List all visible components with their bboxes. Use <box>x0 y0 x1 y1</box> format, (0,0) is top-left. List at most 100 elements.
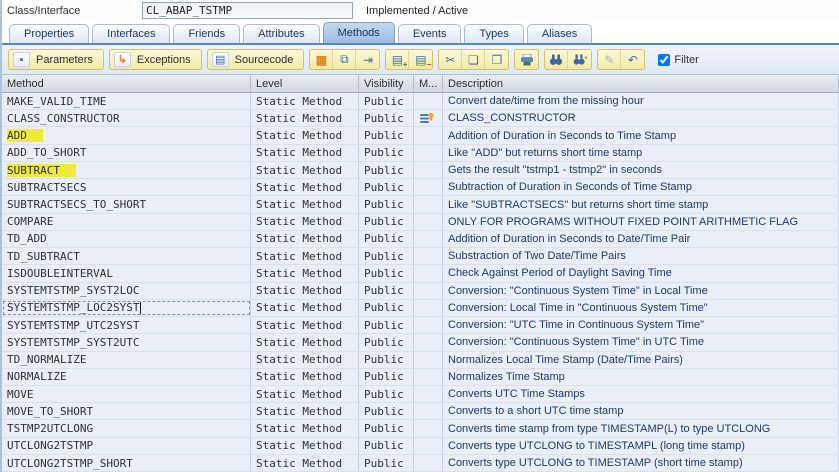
table-row[interactable]: ADD_TO_SHORT Static Method Public Like "ADD… <box>2 144 839 162</box>
copy-entries-button[interactable]: ⧉ <box>333 50 357 69</box>
filter-checkbox[interactable] <box>658 53 671 66</box>
method-description-cell[interactable]: Conversion: Local Time in "Continuous Sy… <box>443 299 839 317</box>
tab-aliases[interactable]: Aliases <box>526 24 593 43</box>
method-description-cell[interactable]: Converts type UTCLONG to TIMESTAMPL (lon… <box>443 437 839 454</box>
method-modeled-cell[interactable] <box>414 265 443 282</box>
method-level-cell[interactable]: Static Method <box>251 351 359 368</box>
method-visibility-cell[interactable]: Public <box>359 351 414 368</box>
class-name-input[interactable] <box>142 2 353 19</box>
tab-types[interactable]: Types <box>464 24 524 43</box>
table-row[interactable]: UTCLONG2TSTMP_SHORT Static Method Public Co… <box>2 454 839 472</box>
table-row[interactable]: COMPARE Static Method Public ONLY FOR PROGR… <box>2 213 839 231</box>
method-level-cell[interactable]: Static Method <box>251 179 359 196</box>
method-level-cell[interactable]: Static Method <box>251 110 359 127</box>
method-modeled-cell[interactable] <box>414 403 443 420</box>
method-modeled-cell[interactable] <box>414 368 443 385</box>
sourcecode-button[interactable]: ▤ Sourcecode <box>206 49 305 70</box>
method-description-cell[interactable]: Substraction of Two Date/Time Pairs <box>443 248 839 265</box>
method-visibility-cell[interactable]: Public <box>359 403 414 420</box>
find-next-button[interactable]: + <box>568 50 591 69</box>
method-name-cell[interactable]: UTCLONG2TSTMP_SHORT <box>2 454 251 472</box>
tab-events[interactable]: Events <box>397 24 462 43</box>
delete-row-button[interactable]: ▤ − <box>409 50 432 69</box>
method-level-cell[interactable]: Static Method <box>251 127 359 144</box>
method-modeled-cell[interactable] <box>414 179 443 196</box>
method-modeled-cell[interactable] <box>414 317 443 334</box>
tab-properties[interactable]: Properties <box>9 24 90 43</box>
table-row[interactable]: SYSTEMTSTMP_SYST2UTC Static Method Public C… <box>2 334 839 352</box>
method-description-cell[interactable]: Converts time stamp from type TIMESTAMP(… <box>443 420 839 437</box>
method-modeled-cell[interactable] <box>414 282 443 299</box>
method-modeled-cell[interactable] <box>414 437 443 454</box>
method-visibility-cell[interactable]: Public <box>359 110 414 127</box>
method-modeled-cell[interactable] <box>414 385 443 403</box>
method-modeled-cell[interactable] <box>414 161 443 179</box>
method-name-cell[interactable]: SYSTEMTSTMP_LOC2SYST <box>2 299 251 317</box>
method-name-cell[interactable]: SUBTRACT <box>2 161 251 179</box>
method-name-cell[interactable]: ADD_TO_SHORT <box>2 144 251 161</box>
table-row[interactable]: NORMALIZE Static Method Public Normalizes T… <box>2 368 839 386</box>
table-row[interactable]: TSTMP2UTCLONG Static Method Public Converts… <box>2 420 839 438</box>
method-description-cell[interactable]: Normalizes Time Stamp <box>443 368 839 385</box>
method-visibility-cell[interactable]: Public <box>359 334 414 351</box>
column-header-modeled[interactable]: M... <box>414 75 443 92</box>
method-description-cell[interactable]: Like "SUBTRACTSECS" but returns short ti… <box>443 196 839 213</box>
method-name-cell[interactable]: COMPARE <box>2 213 251 230</box>
method-level-cell[interactable]: Static Method <box>251 161 359 179</box>
method-level-cell[interactable]: Static Method <box>251 196 359 213</box>
method-name-cell[interactable]: SYSTEMTSTMP_UTC2SYST <box>2 317 251 334</box>
method-description-cell[interactable]: Conversion: "Continuous System Time" in … <box>443 334 839 351</box>
method-level-cell[interactable]: Static Method <box>251 213 359 230</box>
method-description-cell[interactable]: Check Against Period of Daylight Saving … <box>443 265 839 282</box>
table-row[interactable]: SUBTRACTSECS Static Method Public Subtracti… <box>2 179 839 197</box>
method-modeled-cell[interactable] <box>414 299 443 317</box>
method-visibility-cell[interactable]: Public <box>359 437 414 454</box>
table-row[interactable]: MOVE_TO_SHORT Static Method Public Converts… <box>2 403 839 421</box>
method-description-cell[interactable]: Convert date/time from the missing hour <box>443 93 839 110</box>
method-description-cell[interactable]: ONLY FOR PROGRAMS WITHOUT FIXED POINT AR… <box>443 213 839 230</box>
method-level-cell[interactable]: Static Method <box>251 437 359 454</box>
table-row[interactable]: MAKE_VALID_TIME Static Method Public Conver… <box>2 93 839 111</box>
method-modeled-cell[interactable] <box>414 230 443 248</box>
method-visibility-cell[interactable]: Public <box>359 144 414 161</box>
method-modeled-cell[interactable] <box>414 420 443 437</box>
method-name-cell[interactable]: TD_SUBTRACT <box>2 248 251 265</box>
column-header-description[interactable]: Description <box>443 75 839 92</box>
method-name-cell[interactable]: SUBTRACTSECS <box>2 179 251 196</box>
method-description-cell[interactable]: Subtraction of Duration in Seconds of Ti… <box>443 179 839 196</box>
method-description-cell[interactable]: CLASS_CONSTRUCTOR <box>443 110 839 127</box>
method-visibility-cell[interactable]: Public <box>359 248 414 265</box>
method-visibility-cell[interactable]: Public <box>359 127 414 144</box>
table-row[interactable]: SYSTEMTSTMP_UTC2SYST Static Method Public C… <box>2 317 839 335</box>
method-visibility-cell[interactable]: Public <box>359 368 414 385</box>
insert-row-button[interactable]: ▤ + <box>386 50 410 69</box>
table-row[interactable]: SYSTEMTSTMP_SYST2LOC Static Method Public C… <box>2 282 839 300</box>
method-level-cell[interactable]: Static Method <box>251 230 359 248</box>
table-row[interactable]: TD_NORMALIZE Static Method Public Normalize… <box>2 351 839 369</box>
table-row[interactable]: CLASS_CONSTRUCTOR Static Method Public CLAS… <box>2 110 839 128</box>
method-name-cell[interactable]: SUBTRACTSECS_TO_SHORT <box>2 196 251 213</box>
method-visibility-cell[interactable]: Public <box>359 420 414 437</box>
column-header-level[interactable]: Level <box>251 75 359 92</box>
method-description-cell[interactable]: Conversion: "UTC Time in Continuous Syst… <box>443 317 839 334</box>
parameters-button[interactable]: ▪ Parameters <box>8 49 104 70</box>
method-name-cell[interactable]: TD_NORMALIZE <box>2 351 251 368</box>
cut-button[interactable]: ✂ <box>439 50 463 69</box>
method-name-cell[interactable]: TSTMP2UTCLONG <box>2 420 251 437</box>
method-description-cell[interactable]: Normalizes Local Time Stamp (Date/Time P… <box>443 351 839 368</box>
method-modeled-cell[interactable] <box>414 93 443 110</box>
method-modeled-cell[interactable] <box>414 110 443 127</box>
insert-entry-button[interactable]: ⇥ <box>356 50 379 69</box>
method-level-cell[interactable]: Static Method <box>251 93 359 110</box>
tab-friends[interactable]: Friends <box>173 24 241 43</box>
table-row[interactable]: ADD Static Method Public Addition of Durati… <box>2 127 839 145</box>
method-modeled-cell[interactable] <box>414 213 443 230</box>
method-name-cell[interactable]: MOVE_TO_SHORT <box>2 403 251 420</box>
table-row[interactable]: TD_ADD Static Method Public Addition of Dur… <box>2 230 839 249</box>
undo-button[interactable]: ↶ <box>621 50 644 69</box>
table-row[interactable]: SUBTRACT Static Method Public Gets the resu… <box>2 161 839 180</box>
method-level-cell[interactable]: Static Method <box>251 144 359 161</box>
tab-interfaces[interactable]: Interfaces <box>92 24 171 43</box>
method-name-cell[interactable]: SYSTEMTSTMP_SYST2LOC <box>2 282 251 299</box>
method-visibility-cell[interactable]: Public <box>359 213 414 230</box>
